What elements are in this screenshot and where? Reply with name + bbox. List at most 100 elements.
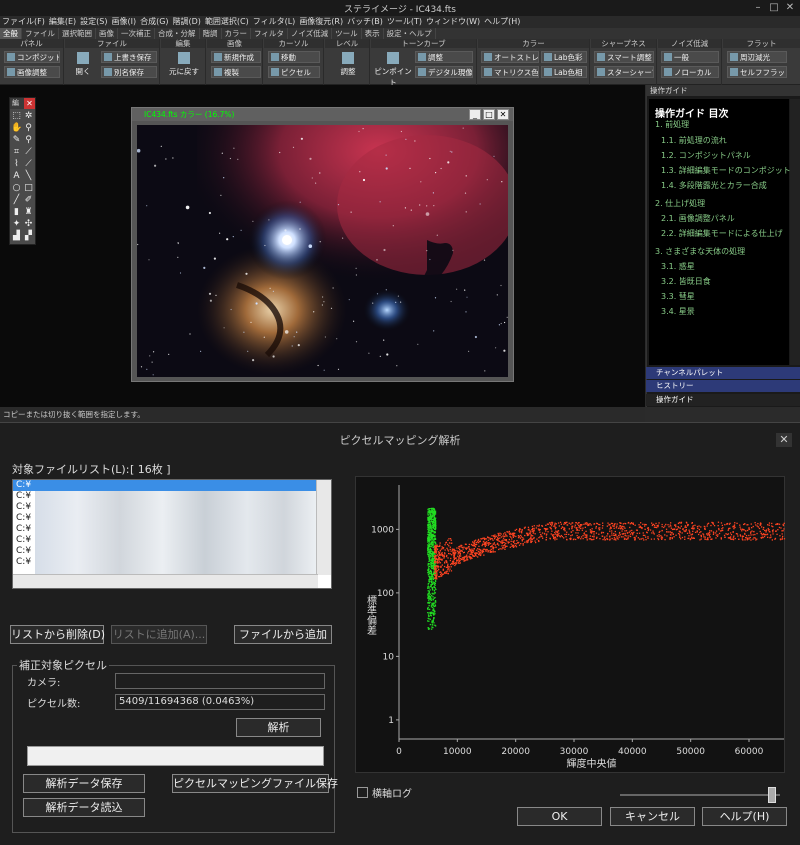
ok-button[interactable]: OK bbox=[517, 807, 602, 826]
image-adjust-button[interactable]: 画像調整 bbox=[4, 66, 60, 78]
slider-thumb[interactable] bbox=[768, 787, 776, 803]
blur-icon[interactable]: ✣ bbox=[23, 219, 34, 230]
pixel-button[interactable]: ピクセル bbox=[268, 66, 320, 78]
level-adjust-button[interactable]: 調整 bbox=[329, 49, 367, 79]
ribbon-tab[interactable]: 階調 bbox=[200, 28, 222, 39]
ribbon-tab[interactable]: カラー bbox=[222, 28, 251, 39]
auto-stretch-button[interactable]: オートストレッチ bbox=[481, 51, 539, 63]
gradient-icon[interactable]: ▞ bbox=[23, 231, 34, 242]
crop-icon[interactable]: ⌗ bbox=[11, 147, 22, 158]
menu-item[interactable]: ファイル(F) bbox=[0, 16, 47, 28]
guide-item[interactable]: 2.2. 詳細編集モードによる仕上げ bbox=[661, 228, 783, 239]
guide-item[interactable]: 3.2. 皆既日食 bbox=[661, 276, 711, 287]
maximize-icon[interactable]: □ bbox=[766, 1, 782, 14]
file-list[interactable]: C:¥ C:¥ C:¥ C:¥ C:¥ C:¥ C:¥ C:¥ bbox=[12, 479, 332, 589]
guide-item[interactable]: 1.2. コンポジットパネル bbox=[661, 150, 751, 161]
pen-icon[interactable]: ╱ bbox=[11, 195, 22, 206]
panel-channel-palette[interactable]: チャンネルパレット bbox=[646, 367, 800, 379]
zoom-icon[interactable]: ⚲ bbox=[23, 123, 34, 134]
menu-item[interactable]: 編集(E) bbox=[47, 16, 78, 28]
measure-icon[interactable]: ⟋ bbox=[23, 147, 34, 158]
fill-icon[interactable]: ▟ bbox=[11, 231, 22, 242]
matrix-color-button[interactable]: マトリクス色彩 bbox=[481, 66, 539, 78]
ribbon-tab[interactable]: ツール bbox=[332, 28, 362, 39]
file-row[interactable]: C:¥ bbox=[13, 491, 331, 502]
panel-operation-guide[interactable]: 操作ガイド bbox=[646, 394, 800, 406]
ribbon-tab[interactable]: ノイズ低減 bbox=[288, 28, 333, 39]
file-row[interactable]: C:¥ bbox=[13, 480, 331, 491]
guide-item[interactable]: 3.3. 彗星 bbox=[661, 291, 695, 302]
zoom-out-icon[interactable]: ⚲ bbox=[23, 135, 34, 146]
self-flat-button[interactable]: セルフフラット bbox=[727, 66, 787, 78]
lab-saturation-button[interactable]: Lab色彩 bbox=[541, 51, 587, 63]
guide-item[interactable]: 2.1. 画像調整パネル bbox=[661, 213, 735, 224]
file-row[interactable]: C:¥ bbox=[13, 557, 331, 568]
analyze-button[interactable]: 解析 bbox=[236, 718, 321, 737]
composite-button[interactable]: コンポジット bbox=[4, 51, 60, 63]
star-sharp-button[interactable]: スターシャープ bbox=[594, 66, 654, 78]
guide-item[interactable]: 1. 前処理 bbox=[655, 119, 689, 130]
eyedropper-icon[interactable]: ✎ bbox=[11, 135, 22, 146]
guide-item[interactable]: 1.1. 前処理の流れ bbox=[661, 135, 727, 146]
menu-item[interactable]: 範囲選択(C) bbox=[203, 16, 251, 28]
ribbon-tab[interactable]: 設定・ヘルプ bbox=[384, 28, 436, 39]
threshold-slider[interactable] bbox=[620, 787, 780, 803]
menu-item[interactable]: フィルタ(L) bbox=[251, 16, 298, 28]
duplicate-button[interactable]: 複製 bbox=[211, 66, 261, 78]
maximize-icon[interactable]: □ bbox=[483, 109, 495, 120]
hand-icon[interactable]: ✋ bbox=[11, 123, 22, 134]
undo-button[interactable]: 元に戻す bbox=[165, 49, 203, 79]
menu-item[interactable]: 合成(G) bbox=[138, 16, 170, 28]
tone-adjust-button[interactable]: 調整 bbox=[415, 51, 473, 63]
ribbon-tab[interactable]: ファイル bbox=[22, 28, 59, 39]
file-row[interactable]: C:¥ bbox=[13, 502, 331, 513]
close-icon[interactable]: ✕ bbox=[497, 109, 509, 120]
menu-item[interactable]: 画像復元(R) bbox=[297, 16, 345, 28]
brush-icon[interactable]: ✐ bbox=[23, 195, 34, 206]
load-analysis-data-button[interactable]: 解析データ読込 bbox=[23, 798, 145, 817]
ribbon-tab[interactable]: 合成・分解 bbox=[155, 28, 200, 39]
nebula-image[interactable] bbox=[137, 125, 508, 377]
stamp-icon[interactable]: ♜ bbox=[23, 207, 34, 218]
ribbon-tab[interactable]: 一次補正 bbox=[118, 28, 155, 39]
menu-item[interactable]: 設定(S) bbox=[78, 16, 109, 28]
guide-item[interactable]: 3. さまざまな天体の処理 bbox=[655, 246, 745, 257]
guide-scrollbar[interactable] bbox=[790, 99, 800, 365]
text-icon[interactable]: A bbox=[11, 171, 22, 182]
guide-item[interactable]: 3.1. 惑星 bbox=[661, 261, 695, 272]
file-row[interactable]: C:¥ bbox=[13, 524, 331, 535]
help-button[interactable]: ヘルプ(H) bbox=[702, 807, 787, 826]
ribbon-tab[interactable]: 選択範囲 bbox=[59, 28, 96, 39]
overwrite-save-button[interactable]: 上書き保存 bbox=[101, 51, 157, 63]
save-analysis-data-button[interactable]: 解析データ保存 bbox=[23, 774, 145, 793]
menu-item[interactable]: ウィンドウ(W) bbox=[424, 16, 482, 28]
panel-history[interactable]: ヒストリー bbox=[646, 380, 800, 392]
file-row[interactable]: C:¥ bbox=[13, 546, 331, 557]
move-button[interactable]: 移動 bbox=[268, 51, 320, 63]
image-window[interactable]: IC434.fts カラー (16.7%) _ □ ✕ bbox=[131, 107, 514, 382]
minimize-icon[interactable]: – bbox=[750, 1, 766, 14]
menu-item[interactable]: 階調(D) bbox=[171, 16, 203, 28]
lasso-icon[interactable]: ⌇ bbox=[11, 159, 22, 170]
ribbon-tab[interactable]: フィルタ bbox=[251, 28, 288, 39]
menu-item[interactable]: ツール(T) bbox=[385, 16, 424, 28]
file-row[interactable]: C:¥ bbox=[13, 535, 331, 546]
minimize-icon[interactable]: _ bbox=[469, 109, 481, 120]
ribbon-tab[interactable]: 全般 bbox=[0, 28, 22, 39]
noise-general-button[interactable]: 一般 bbox=[661, 51, 719, 63]
open-button[interactable]: 開く bbox=[69, 49, 97, 79]
line-icon[interactable]: ╲ bbox=[23, 171, 34, 182]
smart-adjust-button[interactable]: スマート調整 bbox=[594, 51, 654, 63]
add-to-list-button[interactable]: リストに追加(A)... bbox=[111, 625, 207, 644]
close-icon[interactable]: ✕ bbox=[776, 433, 792, 447]
save-pixel-mapping-file-button[interactable]: ピクセルマッピングファイル保存 bbox=[172, 774, 338, 793]
menu-item[interactable]: ヘルプ(H) bbox=[482, 16, 522, 28]
lab-hue-button[interactable]: Lab色相 bbox=[541, 66, 587, 78]
close-icon[interactable]: ✕ bbox=[782, 1, 798, 14]
eraser-icon[interactable]: ▮ bbox=[11, 207, 22, 218]
file-list-vscroll[interactable] bbox=[316, 480, 331, 575]
select-icon[interactable]: ⬚ bbox=[11, 111, 22, 122]
remove-from-list-button[interactable]: リストから削除(D) bbox=[10, 625, 105, 644]
ellipse-icon[interactable]: ○ bbox=[11, 183, 22, 194]
line-select-icon[interactable]: ⟋ bbox=[23, 159, 34, 170]
